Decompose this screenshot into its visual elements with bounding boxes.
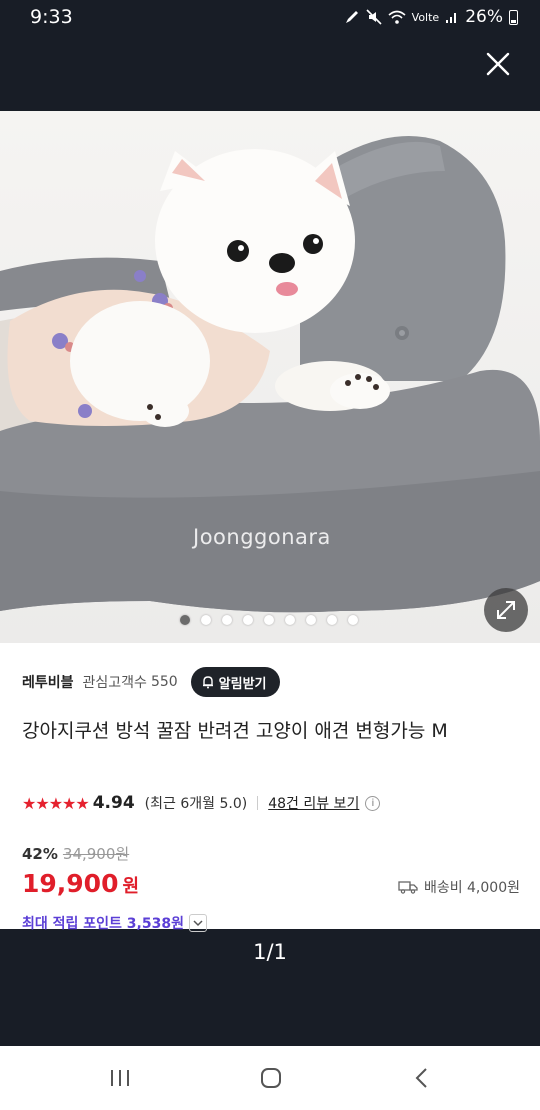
expand-icon bbox=[497, 601, 515, 619]
product-photo[interactable]: Joonggonara bbox=[0, 111, 540, 643]
network-label: Volte bbox=[411, 10, 440, 24]
alarm-label: 알림받기 bbox=[218, 676, 267, 692]
navigation-bar bbox=[0, 1046, 540, 1110]
mute-icon bbox=[366, 9, 382, 25]
status-bar: 9:33 Volte 26% bbox=[0, 0, 540, 36]
original-price: 34,900원 bbox=[62, 845, 130, 863]
seller-row: 레투비블 관심고객수 550 알림받기 bbox=[22, 667, 280, 697]
rating-score: 4.94 bbox=[92, 793, 135, 813]
price-unit: 원 bbox=[122, 876, 140, 897]
truck-icon bbox=[398, 881, 418, 894]
recent-apps-icon bbox=[111, 1070, 129, 1086]
carousel-dot[interactable] bbox=[180, 615, 190, 625]
points-row[interactable]: 최대 적립 포인트 3,538원 bbox=[22, 913, 207, 933]
status-icons: Volte 26% bbox=[344, 7, 518, 27]
dog-on-cushion-image bbox=[0, 136, 540, 613]
battery-icon bbox=[509, 9, 518, 25]
shipping-info: 배송비 4,000원 bbox=[398, 877, 520, 897]
back-button[interactable] bbox=[402, 1062, 442, 1094]
carousel-dots bbox=[180, 615, 358, 625]
shipping-fee: 배송비 4,000원 bbox=[423, 880, 520, 896]
image-viewer: Joonggonara 레투비블 관심고객수 550 알림받기 강아지쿠션 방석… bbox=[0, 111, 540, 932]
alarm-button[interactable]: 알림받기 bbox=[190, 667, 280, 697]
expand-button[interactable] bbox=[484, 588, 528, 632]
carousel-dot[interactable] bbox=[285, 615, 295, 625]
discount-rate: 42% bbox=[22, 845, 58, 863]
carousel-dot[interactable] bbox=[306, 615, 316, 625]
recent-apps-button[interactable] bbox=[100, 1062, 140, 1094]
bell-plus-icon bbox=[202, 676, 213, 689]
carousel-dot[interactable] bbox=[348, 615, 358, 625]
home-button[interactable] bbox=[251, 1062, 291, 1094]
status-time: 9:33 bbox=[30, 6, 73, 28]
follower-count: 550 bbox=[150, 674, 178, 690]
divider bbox=[257, 796, 259, 810]
chevron-down-icon[interactable] bbox=[188, 914, 207, 932]
info-icon[interactable]: i bbox=[365, 795, 381, 811]
carousel-dot[interactable] bbox=[201, 615, 211, 625]
seller-name[interactable]: 레투비블 bbox=[22, 672, 74, 692]
back-icon bbox=[415, 1068, 427, 1088]
carousel-dot[interactable] bbox=[222, 615, 232, 625]
watermark: Joonggonara bbox=[193, 525, 331, 549]
follower-label: 관심고객수 bbox=[82, 675, 147, 691]
review-link[interactable]: 48건 리뷰 보기 bbox=[268, 793, 359, 813]
page-counter: 1/1 bbox=[253, 940, 287, 964]
rating-row: ★★★★★ 4.94 (최근 6개월 5.0) 48건 리뷰 보기 i bbox=[22, 793, 381, 813]
star-rating: ★★★★★ bbox=[22, 793, 90, 813]
product-info: 레투비블 관심고객수 550 알림받기 강아지쿠션 방석 꿀잠 반려견 고양이 … bbox=[0, 643, 540, 932]
carousel-dot[interactable] bbox=[243, 615, 253, 625]
pen-icon bbox=[345, 11, 358, 23]
product-title: 강아지쿠션 방석 꿀잠 반려견 고양이 애견 변형가능 M bbox=[22, 720, 448, 742]
points-label: 최대 적립 포인트 3,538원 bbox=[22, 916, 184, 932]
signal-icon bbox=[446, 13, 457, 23]
sale-price: 19,900 bbox=[22, 869, 119, 898]
battery-percent: 26% bbox=[465, 7, 503, 27]
recent-rating: (최근 6개월 5.0) bbox=[144, 796, 248, 812]
wifi-icon bbox=[388, 10, 406, 24]
close-button[interactable] bbox=[480, 46, 516, 82]
price-row: 19,900 원 bbox=[22, 869, 139, 898]
carousel-dot[interactable] bbox=[327, 615, 337, 625]
close-icon bbox=[486, 52, 510, 76]
carousel-dot[interactable] bbox=[264, 615, 274, 625]
home-icon bbox=[261, 1068, 281, 1088]
discount-row: 42% 34,900원 bbox=[22, 843, 129, 864]
